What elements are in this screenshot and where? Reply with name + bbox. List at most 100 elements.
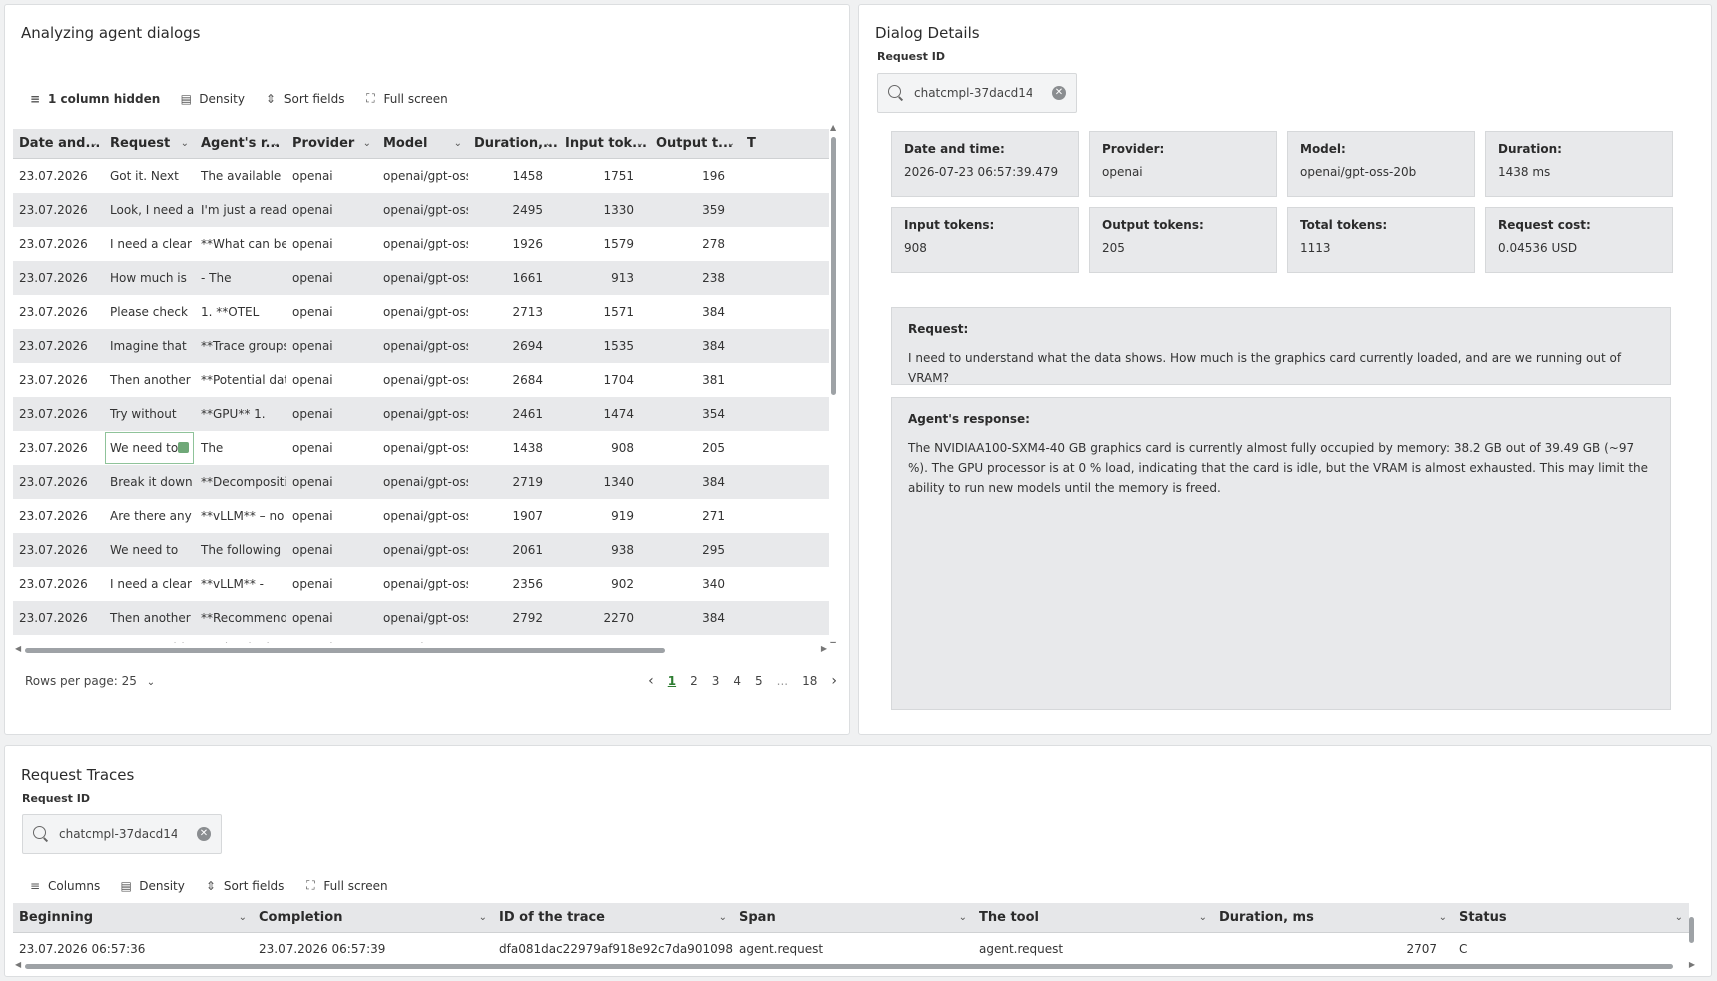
table-cell[interactable]: 381 [650,363,741,397]
table-cell[interactable]: openai [286,431,377,465]
page-link[interactable]: 5 [755,674,763,688]
table-cell[interactable]: openai [286,397,377,431]
table-cell[interactable]: openai/gpt-oss- [377,329,468,363]
chevron-down-icon[interactable]: ⌄ [239,903,247,933]
column-header[interactable]: T [741,129,781,159]
table-cell[interactable]: 2356 [468,567,559,601]
table-cell[interactable]: 913 [559,261,650,295]
table-cell[interactable]: Got it. Next [104,159,195,193]
table-row[interactable]: 23.07.2026 Are there any **vLLM** – no open… [13,499,829,533]
table-cell[interactable]: openai [286,567,377,601]
columns-button[interactable]: ≡ 1 column hidden [29,92,160,106]
rows-per-page-select[interactable]: Rows per page: 25 ⌄ [25,674,155,688]
column-header[interactable]: Duration,... ⌄ [468,129,559,159]
edit-icon[interactable] [178,442,189,453]
columns-button[interactable]: ≡ Columns [29,879,100,893]
table-cell[interactable]: I want a critical [104,635,195,643]
table-cell[interactable]: openai/gpt-oss- [377,295,468,329]
scroll-thumb[interactable] [1689,917,1694,943]
chevron-down-icon[interactable]: ⌄ [1439,903,1447,933]
table-cell[interactable]: Then another [104,601,195,635]
chevron-down-icon[interactable]: ⌄ [545,129,553,159]
table-cell[interactable]: 2713 [468,295,559,329]
column-header[interactable]: Request ⌄ [104,129,195,159]
table-cell[interactable]: openai/gpt-oss- [377,431,468,465]
table-cell[interactable]: 1330 [559,193,650,227]
chevron-down-icon[interactable]: ⌄ [636,129,644,159]
table-cell[interactable]: Then another [104,363,195,397]
table-cell[interactable]: I need a clear [104,227,195,261]
table-cell[interactable]: 919 [559,499,650,533]
table-cell[interactable]: 1704 [559,363,650,397]
table-cell[interactable]: 1579 [559,227,650,261]
table-cell[interactable]: 271 [650,499,741,533]
table-cell[interactable]: 295 [650,533,741,567]
table-cell[interactable]: 340 [650,567,741,601]
scroll-up-icon[interactable]: ▲ [830,123,836,132]
page-link[interactable]: 4 [733,674,741,688]
table-cell[interactable]: agent.request [973,934,1213,964]
chevron-down-icon[interactable]: ⌄ [181,129,189,159]
table-cell[interactable]: We need to [104,533,195,567]
table-cell[interactable]: 23.07.2026 [13,363,104,397]
chevron-down-icon[interactable]: ⌄ [1199,903,1207,933]
table-row[interactable]: 23.07.2026 I need a clear **vLLM** - openai… [13,567,829,601]
table-cell[interactable]: openai [286,193,377,227]
table-cell[interactable]: 1661 [468,261,559,295]
table-cell[interactable]: 23.07.2026 [13,193,104,227]
table-cell[interactable]: 2461 [468,397,559,431]
chevron-down-icon[interactable]: ⌄ [272,129,280,159]
table-cell[interactable]: openai/gpt-oss- [377,533,468,567]
table-cell[interactable]: openai/gpt-oss- [377,465,468,499]
table-cell[interactable]: Break it down [104,465,195,499]
table-cell[interactable]: 2495 [468,193,559,227]
table-cell[interactable]: We need to [104,431,195,465]
table-cell[interactable]: 359 [650,193,741,227]
table-cell[interactable]: **Potential data [195,363,286,397]
table-cell[interactable]: 1438 [468,431,559,465]
chevron-down-icon[interactable]: ⌄ [719,903,727,933]
page-link[interactable]: 18 [802,674,817,688]
request-id-search[interactable]: chatcmpl-37dacd140 ✕ [877,73,1077,113]
column-header[interactable]: Span ⌄ [733,903,973,933]
table-cell[interactable]: **GPU** 1. [195,397,286,431]
table-cell[interactable]: 1926 [468,227,559,261]
column-header[interactable]: Date and... ⌄ [13,129,104,159]
column-header[interactable]: Agent's r... ⌄ [195,129,286,159]
table-cell[interactable]: **Trace groups [195,329,286,363]
table-cell[interactable]: - The [195,261,286,295]
table-cell[interactable]: The available [195,159,286,193]
table-row[interactable]: 23.07.2026Then another**Potential data op… [13,363,829,397]
table-cell[interactable]: How much is [104,261,195,295]
table-cell[interactable]: 23.07.2026 [13,567,104,601]
chevron-down-icon[interactable]: ⌄ [959,903,967,933]
table-cell[interactable]: 196 [650,159,741,193]
prev-page-icon[interactable]: ‹ [648,673,654,689]
horizontal-scrollbar[interactable]: ◀ ▶ [15,960,1695,970]
column-header[interactable]: Provider ⌄ [286,129,377,159]
table-row[interactable]: 23.07.2026 Look, I need a I'm just a read-… [13,193,829,227]
table-cell[interactable]: **vLLM** – no [195,499,286,533]
table-cell[interactable]: 2707 [1213,934,1453,964]
table-row[interactable]: 23.07.2026 We need to The following openai o… [13,533,829,567]
table-cell[interactable]: **Decompositio [195,465,286,499]
scroll-thumb[interactable] [25,648,665,653]
table-cell[interactable]: openai [286,261,377,295]
table-cell[interactable]: 238 [650,261,741,295]
table-cell[interactable]: 908 [559,431,650,465]
search-input[interactable]: chatcmpl-37dacd140 [914,86,1032,100]
table-cell[interactable]: 205 [650,431,741,465]
horizontal-scrollbar[interactable]: ◀ ▶ [15,644,827,654]
fullscreen-button[interactable]: ⛶ Full screen [304,878,387,893]
table-cell[interactable]: openai/gpt-oss- [377,363,468,397]
table-cell[interactable]: openai/gpt-oss- [377,261,468,295]
table-cell[interactable]: Look, I need a [104,193,195,227]
table-cell[interactable]: 2684 [468,363,559,397]
table-cell[interactable]: openai [286,601,377,635]
table-cell[interactable]: 23.07.2026 [13,227,104,261]
table-cell[interactable]: 938 [559,533,650,567]
table-cell[interactable]: 23.07.2026 [13,635,104,643]
table-row[interactable]: 23.07.2026 Please check 1. **OTEL openai ope… [13,295,829,329]
column-header[interactable]: ID of the trace ⌄ [493,903,733,933]
density-button[interactable]: ▤ Density [120,879,185,893]
